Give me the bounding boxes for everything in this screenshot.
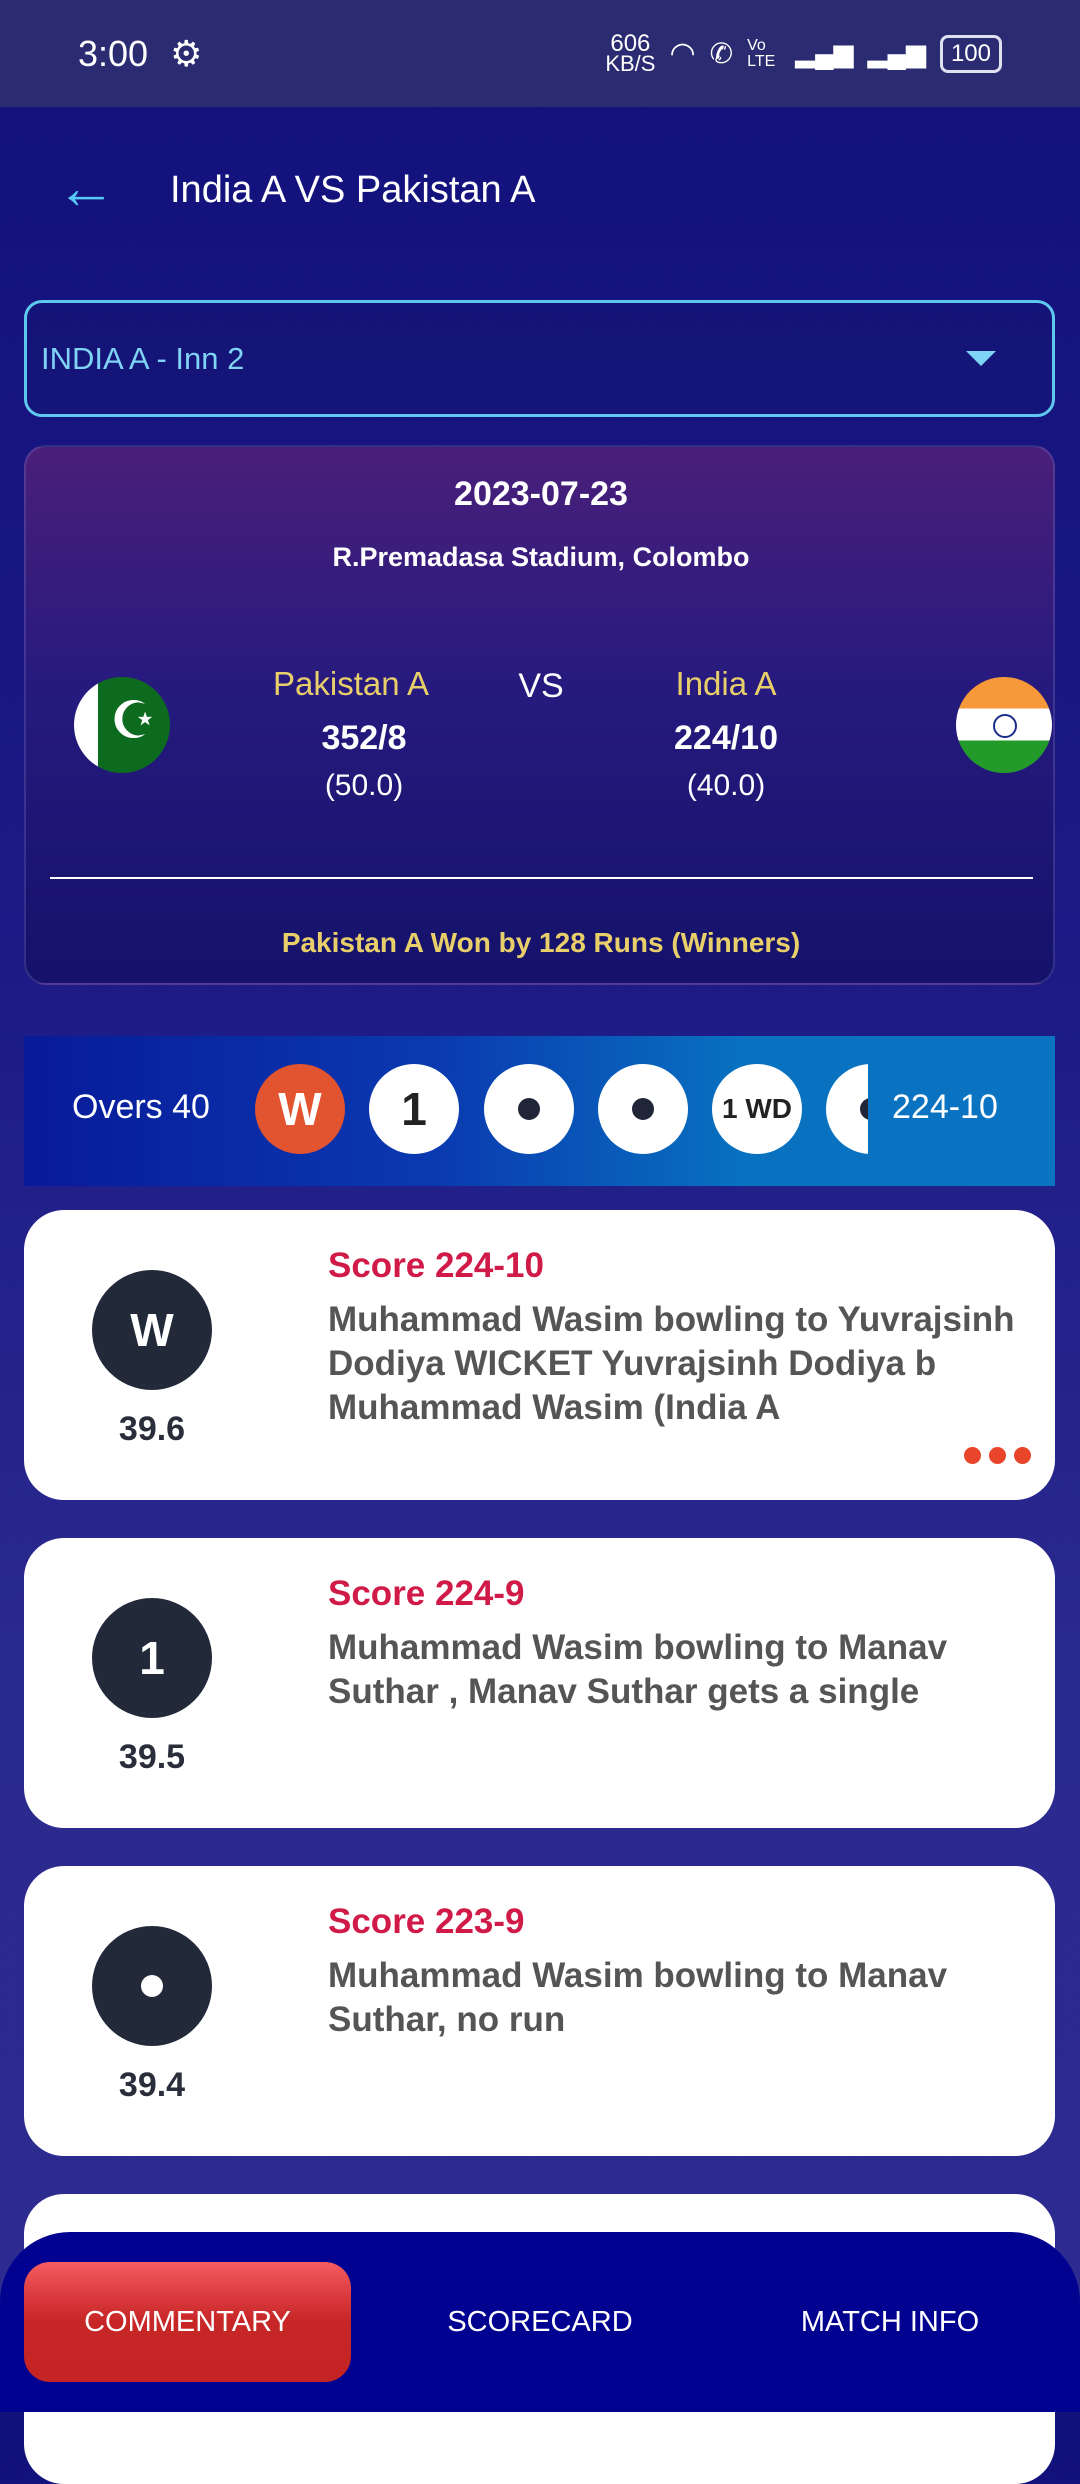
commentary-text: Muhammad Wasim bowling to Yuvrajsinh Dod… — [328, 1300, 1015, 1427]
innings-dropdown[interactable]: INDIA A - Inn 2 — [24, 300, 1055, 417]
over-strip: Overs 40 W 1 1 WD 224-10 — [24, 1036, 1055, 1186]
over-strip-score: 224-10 — [892, 1088, 998, 1126]
bottom-nav: COMMENTARY SCORECARD MATCH INFO — [0, 2232, 1080, 2412]
signal-icon-2: ▂▄▆ — [867, 38, 926, 68]
signal-icon: ▂▄▆ — [795, 38, 854, 68]
team1-overs: (50.0) — [324, 769, 404, 802]
commentary-text: Muhammad Wasim bowling to Manav Suthar ,… — [328, 1628, 948, 1711]
app-header: ← India A VS Pakistan A — [0, 150, 1080, 230]
team2-name: India A — [675, 665, 777, 702]
ball-wide: 1 WD — [712, 1064, 802, 1154]
team1-score: 352/8 — [321, 719, 407, 757]
commentary-score: Score 223-9 — [328, 1902, 525, 1941]
commentary-item[interactable]: 39.4 Score 223-9 Muhammad Wasim bowling … — [24, 1866, 1055, 2156]
settings-gear-icon: ⚙ — [170, 32, 203, 74]
commentary-text: Muhammad Wasim bowling to Manav Suthar, … — [328, 1956, 948, 2039]
tab-commentary[interactable]: COMMENTARY — [24, 2262, 351, 2382]
dot-ball-icon — [860, 1098, 868, 1120]
ball-result-badge: 1 — [92, 1598, 212, 1718]
ball-over: 39.6 — [118, 1410, 186, 1448]
team2-score: 224/10 — [674, 719, 778, 757]
ball-over: 39.4 — [118, 2066, 186, 2104]
volte-icon: Vo LTE — [747, 36, 776, 70]
ball-wicket: W — [255, 1064, 345, 1154]
status-time: 3:00 — [78, 32, 149, 74]
innings-value: INDIA A - Inn 2 — [41, 340, 245, 376]
ball-dot — [598, 1064, 688, 1154]
ball-result-badge: W — [92, 1270, 212, 1390]
divider — [50, 877, 1033, 879]
net-unit: KB/S — [605, 50, 656, 76]
dot-ball-icon — [141, 1975, 163, 1997]
team2-overs: (40.0) — [686, 769, 766, 802]
wifi-call-icon: ✆ — [709, 38, 734, 69]
pakistan-flag-icon — [74, 677, 170, 773]
more-dots-icon[interactable] — [964, 1447, 1031, 1464]
battery-icon: 100 — [939, 34, 1002, 73]
india-flag-icon — [956, 677, 1052, 773]
tab-scorecard[interactable]: SCORECARD — [390, 2262, 690, 2382]
match-result: Pakistan A Won by 128 Runs (Winners) — [281, 927, 801, 958]
ball-over: 39.5 — [118, 1738, 186, 1776]
ball-result-badge — [92, 1926, 212, 2046]
match-venue: R.Premadasa Stadium, Colombo — [332, 542, 750, 572]
ball-dot — [484, 1064, 574, 1154]
dot-ball-icon — [632, 1098, 654, 1120]
dot-ball-icon — [518, 1098, 540, 1120]
ball-run: 1 — [369, 1064, 459, 1154]
wifi-icon: ◠ — [669, 37, 696, 70]
page-title: India A VS Pakistan A — [170, 168, 536, 211]
status-bar: 3:00 ⚙ 606 KB/S ◠ ✆ Vo LTE ▂▄▆ ▂▄▆ 100 — [0, 0, 1080, 107]
tab-match-info[interactable]: MATCH INFO — [740, 2262, 1040, 2382]
match-summary-card: 2023-07-23 R.Premadasa Stadium, Colombo … — [24, 445, 1055, 985]
back-arrow-icon[interactable]: ← — [56, 158, 120, 220]
commentary-score: Score 224-10 — [328, 1246, 544, 1285]
match-date: 2023-07-23 — [454, 475, 628, 513]
team1-name: Pakistan A — [273, 665, 429, 702]
commentary-score: Score 224-9 — [328, 1574, 525, 1613]
caret-down-icon — [966, 351, 996, 366]
commentary-item[interactable]: 1 39.5 Score 224-9 Muhammad Wasim bowlin… — [24, 1538, 1055, 1828]
commentary-item[interactable]: W 39.6 Score 224-10 Muhammad Wasim bowli… — [24, 1210, 1055, 1500]
ball-dot — [826, 1064, 868, 1154]
vs-label: VS — [518, 667, 564, 705]
